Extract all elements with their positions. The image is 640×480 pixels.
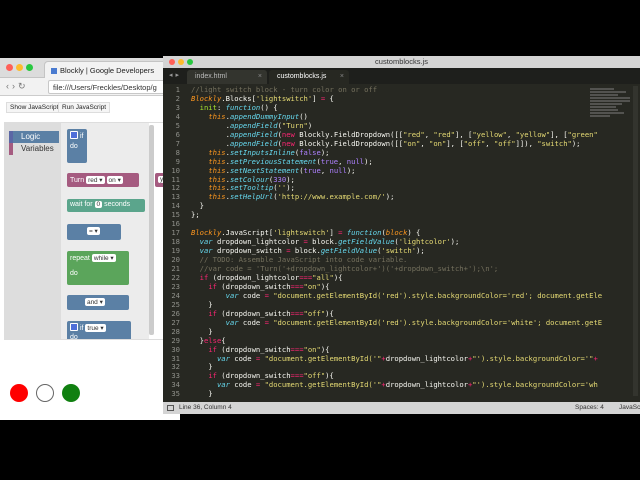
blockly-toolbox: Logic Variables <box>5 123 61 339</box>
blockly-workspace[interactable]: Logic Variables if do Turn red ▾ on ▾ wa… <box>4 122 180 340</box>
do-label: do <box>70 143 78 150</box>
url-bar: ‹›↻ file:///Users/Freckles/Desktop/g <box>0 78 180 96</box>
editor-minimize-button[interactable] <box>178 59 184 65</box>
flyout-scrollbar[interactable] <box>149 125 154 335</box>
run-javascript-button[interactable]: Run JavaScript <box>58 102 111 113</box>
logic-op-dropdown[interactable]: and ▾ <box>84 298 105 306</box>
zoom-window-button[interactable] <box>26 64 33 71</box>
white-light-circle <box>36 384 54 402</box>
window-controls <box>6 64 33 71</box>
code-line: var code = "document.getElementById('"+d… <box>216 353 598 363</box>
nav-arrows-icon[interactable]: ‹›↻ <box>6 81 29 92</box>
and-block[interactable]: and ▾ <box>67 295 129 310</box>
url-input[interactable]: file:///Users/Freckles/Desktop/g <box>48 80 180 94</box>
editor-scrollbar[interactable] <box>633 86 638 396</box>
editor-tab-bar: ◂▸ index.html × customblocks.js × <box>163 68 640 84</box>
code-line: var code = "document.getElementById('red… <box>225 290 603 300</box>
panel-toggle-icon[interactable] <box>167 405 174 411</box>
code-area[interactable]: 1//light switch block - turn color on or… <box>171 85 631 402</box>
if-true-block[interactable]: if true ▾ do <box>67 321 131 339</box>
sublime-editor-window: customblocks.js ◂▸ index.html × customblo… <box>163 56 640 414</box>
close-tab-icon[interactable]: × <box>258 73 262 80</box>
red-light-circle <box>10 384 28 402</box>
code-line: var code = "document.getElementById('red… <box>225 317 603 327</box>
line-number: 35 <box>171 389 180 399</box>
green-light-circle <box>62 384 80 402</box>
turn-block[interactable]: Turn red ▾ on ▾ <box>67 173 139 187</box>
operator-dropdown[interactable]: = ▾ <box>86 227 100 235</box>
cursor-position: Line 36, Column 4 <box>179 404 232 411</box>
indentation-setting[interactable]: Spaces: 4 <box>575 402 604 414</box>
tab-customblocks-js[interactable]: customblocks.js × <box>269 70 349 84</box>
close-window-button[interactable] <box>6 64 13 71</box>
gear-icon <box>70 131 78 139</box>
browser-window: Blockly | Google Developers ‹›↻ file:///… <box>0 58 180 420</box>
close-tab-icon[interactable]: × <box>340 73 344 80</box>
wait-block[interactable]: wait for 0 seconds <box>67 199 145 212</box>
blockly-favicon-icon <box>51 68 57 74</box>
repeat-block[interactable]: repeat while ▾ do <box>67 251 129 285</box>
tab-index-html[interactable]: index.html × <box>187 70 267 84</box>
blockly-page: Show JavaScript Run JavaScript Logic Var… <box>0 96 180 420</box>
block-flyout: if do Turn red ▾ on ▾ wait for 0 seconds <box>61 123 149 339</box>
tab-nav-arrows-icon[interactable]: ◂▸ <box>169 71 182 79</box>
minimize-window-button[interactable] <box>16 64 23 71</box>
editor-zoom-button[interactable] <box>187 59 193 65</box>
syntax-mode[interactable]: JavaSc <box>619 402 640 414</box>
browser-tab[interactable]: Blockly | Google Developers <box>44 61 174 78</box>
compare-block[interactable]: = ▾ <box>67 224 121 240</box>
gear-icon <box>70 323 78 331</box>
category-logic[interactable]: Logic <box>9 131 59 143</box>
editor-title-bar: customblocks.js <box>163 56 640 68</box>
editor-window-controls <box>169 59 193 65</box>
editor-window-title: customblocks.js <box>375 57 428 66</box>
code-line: } <box>191 389 213 399</box>
repeat-mode-dropdown[interactable]: while ▾ <box>91 254 116 262</box>
browser-tab-bar: Blockly | Google Developers <box>0 58 180 78</box>
category-variables[interactable]: Variables <box>9 143 59 155</box>
show-javascript-button[interactable]: Show JavaScript <box>6 102 63 113</box>
status-bar: Line 36, Column 4 Spaces: 4 JavaSc <box>163 402 640 414</box>
color-dropdown[interactable]: red ▾ <box>86 176 105 184</box>
browser-tab-title: Blockly | Google Developers <box>60 66 155 75</box>
code-line: var code = "document.getElementById('"+d… <box>216 380 598 390</box>
editor-close-button[interactable] <box>169 59 175 65</box>
code-line: this.setHelpUrl('http://www.example.com/… <box>208 192 395 202</box>
switch-dropdown[interactable]: on ▾ <box>106 176 123 184</box>
if-block[interactable]: if do <box>67 129 87 163</box>
true-dropdown[interactable]: true ▾ <box>85 324 106 332</box>
minimap[interactable] <box>590 88 630 148</box>
